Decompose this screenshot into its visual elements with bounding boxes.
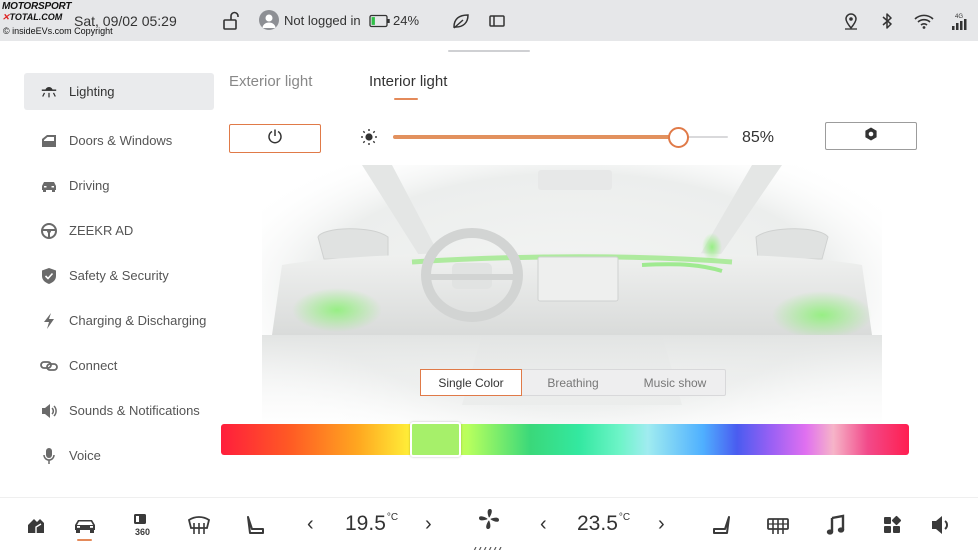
right-temp-up-button[interactable]: ›: [658, 513, 665, 536]
lock-open-icon[interactable]: [220, 10, 242, 32]
location-pin-icon[interactable]: [840, 10, 862, 32]
link-icon: [40, 357, 58, 375]
shield-check-icon: [40, 267, 58, 285]
car-icon[interactable]: [73, 513, 97, 537]
light-mode-selector: Single Color Breathing Music show: [420, 369, 726, 396]
car-front-icon: [40, 177, 58, 195]
camera-label: 360: [135, 527, 150, 537]
slider-fill: [393, 135, 678, 139]
brightness-slider[interactable]: [393, 127, 728, 148]
bluetooth-icon[interactable]: [876, 10, 898, 32]
signal-label: 4G: [955, 14, 963, 20]
sidebar-item-label: Connect: [69, 358, 118, 373]
fan-level-indicator: [472, 538, 506, 550]
watermark-brand: MOTORSPORT: [2, 1, 72, 12]
settings-sidebar: Lighting Doors & Windows Driving ZEEKR A…: [24, 73, 214, 478]
lightning-icon: [40, 312, 58, 330]
brightness-value: 85%: [742, 129, 775, 146]
left-temp-up-button[interactable]: ›: [425, 513, 432, 536]
sidebar-item-doors-windows[interactable]: Doors & Windows: [24, 118, 214, 163]
360-camera-icon[interactable]: 360: [130, 513, 154, 537]
steering-wheel-icon: [40, 222, 58, 240]
color-picker-thumb[interactable]: [410, 422, 461, 457]
drag-handle[interactable]: [448, 50, 530, 52]
rear-defrost-icon[interactable]: [187, 513, 211, 537]
music-note-icon[interactable]: [824, 513, 848, 537]
sidebar-item-label: ZEEKR AD: [69, 223, 134, 238]
right-temp-down-button[interactable]: ‹: [540, 513, 547, 536]
sun-icon: [360, 128, 378, 146]
sidebar-item-label: Doors & Windows: [69, 133, 173, 148]
user-avatar-icon[interactable]: [259, 10, 279, 30]
door-icon: [40, 132, 58, 150]
light-power-button[interactable]: [229, 124, 321, 153]
mode-music-show[interactable]: Music show: [624, 370, 726, 395]
sidebar-item-label: Safety & Security: [69, 268, 169, 283]
battery-percent: 24%: [393, 13, 420, 28]
wifi-icon[interactable]: [913, 10, 935, 32]
sidebar-item-label: Lighting: [69, 84, 115, 99]
tab-interior-light[interactable]: Interior light: [369, 73, 447, 90]
active-tab-indicator: [394, 98, 418, 100]
color-spectrum-slider[interactable]: [221, 424, 909, 455]
slider-thumb[interactable]: [667, 127, 689, 148]
sidebar-item-zeekr-ad[interactable]: ZEEKR AD: [24, 208, 214, 253]
sidebar-item-voice[interactable]: Voice: [24, 433, 214, 478]
user-login-status[interactable]: Not logged in: [284, 13, 361, 28]
front-defrost-icon[interactable]: [766, 513, 790, 537]
apps-grid-icon[interactable]: [880, 513, 904, 537]
hexagon-settings-icon: [863, 126, 879, 147]
right-temperature: 23.5°C: [577, 512, 631, 535]
mode-single-color[interactable]: Single Color: [420, 369, 522, 396]
light-settings-button[interactable]: [825, 122, 917, 150]
signal-4g-icon: 4G: [949, 10, 971, 32]
sidebar-item-lighting[interactable]: Lighting: [24, 73, 214, 110]
bottom-dock: 360 ‹ 19.5°C › ‹ 23.5°C ›: [0, 497, 978, 550]
sidebar-item-label: Sounds & Notifications: [69, 403, 200, 418]
passenger-seat-icon[interactable]: [710, 513, 734, 537]
sidebar-item-charging[interactable]: Charging & Discharging: [24, 298, 214, 343]
mode-breathing[interactable]: Breathing: [522, 370, 624, 395]
sidebar-item-safety-security[interactable]: Safety & Security: [24, 253, 214, 298]
sidebar-item-label: Driving: [69, 178, 110, 193]
sidebar-item-sounds-notifications[interactable]: Sounds & Notifications: [24, 388, 214, 433]
sidebar-item-connect[interactable]: Connect: [24, 343, 214, 388]
speaker-icon: [40, 402, 58, 420]
sidebar-item-driving[interactable]: Driving: [24, 163, 214, 208]
left-temp-down-button[interactable]: ‹: [307, 513, 314, 536]
leaf-icon[interactable]: [450, 10, 472, 32]
fan-icon[interactable]: [477, 507, 501, 531]
sidebar-item-label: Voice: [69, 448, 101, 463]
power-icon: [267, 128, 283, 149]
driver-seat-icon[interactable]: [243, 513, 267, 537]
volume-icon[interactable]: [930, 513, 954, 537]
screen-mirror-icon[interactable]: [486, 10, 508, 32]
active-dock-indicator: [77, 539, 92, 541]
battery-icon: [368, 10, 392, 32]
home-icon[interactable]: [24, 513, 48, 537]
left-temperature: 19.5°C: [345, 512, 399, 535]
status-datetime: Sat, 09/02 05:29: [74, 13, 177, 29]
status-bar: MOTORSPORT ✕TOTAL.COM © insideEVs.com Co…: [0, 0, 978, 41]
tab-exterior-light[interactable]: Exterior light: [229, 73, 312, 90]
car-interior-illustration: [262, 165, 882, 445]
microphone-icon: [40, 447, 58, 465]
lamp-icon: [40, 83, 58, 101]
sidebar-item-label: Charging & Discharging: [69, 313, 207, 328]
